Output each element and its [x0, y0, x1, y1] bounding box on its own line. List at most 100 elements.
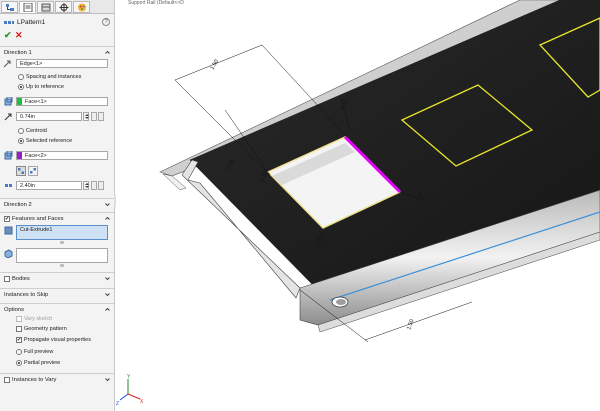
offset-value: 0.74in — [20, 114, 35, 120]
up-to-reference-label: Up to reference — [26, 84, 64, 90]
chevron-up-icon — [105, 50, 110, 54]
graphics-viewport[interactable]: 1.50 0.15 0.15 0.15 0.15 1.00 1.50 Y X Z… — [116, 0, 600, 411]
partial-preview-label: Partial preview — [24, 360, 61, 366]
geometry-pattern-label: Geometry pattern — [24, 326, 67, 332]
instances-skip-label: Instances to Skip — [4, 292, 49, 298]
offset-reverse-button[interactable] — [98, 112, 104, 121]
direction1-header[interactable]: Direction 1 — [0, 46, 114, 58]
feature-select-icon — [4, 226, 13, 235]
seed-icon — [18, 168, 24, 174]
bodies-label: Bodies — [12, 276, 30, 282]
vary-sketch-label: Vary sketch — [24, 316, 53, 322]
dim-label[interactable]: 1.50 — [210, 59, 221, 71]
part-model-view[interactable]: 1.50 0.15 0.15 0.15 0.15 1.00 1.50 Y X Z — [116, 0, 600, 411]
offset-spinner[interactable] — [83, 112, 89, 121]
faces-list[interactable] — [16, 248, 108, 263]
instances-vary-checkbox[interactable] — [4, 377, 10, 383]
display-manager-icon — [78, 3, 86, 12]
help-icon[interactable]: ? — [102, 18, 110, 26]
list-resize-handle[interactable] — [60, 264, 64, 267]
up-to-reference-radio[interactable] — [18, 84, 24, 90]
centroid-label: Centroid — [26, 128, 47, 134]
svg-text:X: X — [140, 399, 144, 405]
direction1-label: Direction 1 — [4, 50, 32, 56]
spacing-value: 2.40in — [20, 183, 35, 189]
cancel-button[interactable]: ✕ — [15, 30, 23, 41]
linear-pattern-icon — [4, 21, 14, 24]
geometry-pattern-checkbox[interactable] — [16, 326, 22, 332]
manager-tabs — [0, 0, 114, 14]
vary-sketch-checkbox[interactable] — [16, 316, 22, 322]
instance-icon — [30, 168, 36, 174]
feature-tree-flyout[interactable]: Support Rail (Default<<D — [128, 0, 184, 6]
svg-text:Z: Z — [116, 401, 119, 407]
reference-face-icon — [4, 97, 13, 106]
instance-button[interactable] — [28, 166, 38, 176]
offset-distance-icon — [4, 113, 12, 121]
property-manager-tab[interactable] — [19, 1, 36, 13]
ok-button[interactable]: ✔ — [4, 30, 12, 41]
instances-vary-header[interactable]: Instances to Vary — [0, 373, 114, 385]
chevron-up-icon — [105, 216, 110, 220]
direction-arrow-icon[interactable] — [3, 59, 12, 68]
feature-title: LPattern1 — [17, 19, 46, 26]
features-faces-header[interactable]: ✔ Features and Faces — [0, 212, 114, 224]
direction1-edge-field[interactable]: Edge<1> — [16, 59, 108, 68]
instances-vary-label: Instances to Vary — [12, 377, 57, 383]
pattern-seed-button[interactable] — [16, 166, 26, 176]
dimxpert-tab[interactable] — [55, 1, 72, 13]
spacing-spinner[interactable] — [83, 181, 89, 190]
features-faces-checkbox[interactable]: ✔ — [4, 216, 10, 222]
display-manager-tab[interactable] — [73, 1, 90, 13]
bodies-checkbox[interactable] — [4, 276, 10, 282]
chevron-down-icon — [105, 203, 110, 207]
mounting-hole-inner — [336, 299, 346, 305]
reference-face1-field[interactable]: Face<1> — [16, 97, 108, 106]
end-flange — [162, 173, 187, 191]
svg-text:Y: Y — [127, 374, 131, 380]
feature-manager-tab[interactable] — [1, 1, 18, 13]
chevron-down-icon — [105, 378, 110, 382]
offset-dropdown[interactable] — [91, 112, 97, 121]
spacing-icon — [5, 184, 12, 187]
centroid-radio[interactable] — [18, 128, 24, 134]
view-triad: Y X Z — [116, 374, 144, 407]
reference-face2-field[interactable]: Face<2> — [16, 151, 108, 160]
chevron-up-icon — [105, 307, 110, 311]
chevron-down-icon — [105, 277, 110, 281]
full-preview-radio[interactable] — [16, 349, 22, 355]
spacing-instances-label: Spacing and instances — [26, 74, 82, 80]
face1-color-swatch — [17, 98, 22, 105]
spacing-field[interactable]: 2.40in — [16, 181, 82, 190]
reference-face2-icon — [4, 151, 13, 160]
feature-title-bar: LPattern1 ? — [2, 16, 114, 29]
dim-label[interactable]: 1.50 — [406, 319, 415, 331]
direction2-label: Direction 2 — [4, 202, 32, 208]
features-faces-label: Features and Faces — [12, 216, 64, 222]
property-manager-icon — [23, 3, 33, 12]
selected-reference-label: Selected reference — [26, 138, 73, 144]
configuration-manager-tab[interactable] — [37, 1, 54, 13]
features-list[interactable]: Cut-Extrude1 — [16, 225, 108, 240]
feature-list-item[interactable]: Cut-Extrude1 — [20, 227, 52, 233]
face-select-icon — [4, 249, 13, 258]
selected-reference-radio[interactable] — [18, 138, 24, 144]
feature-manager-icon — [6, 4, 14, 11]
property-manager-panel: LPattern1 ? ✔ ✕ Direction 1 Edge<1> Spac… — [0, 0, 115, 411]
bodies-header[interactable]: Bodies — [0, 272, 114, 284]
chevron-down-icon — [105, 293, 110, 297]
full-preview-label: Full preview — [24, 349, 54, 355]
direction2-header[interactable]: Direction 2 — [0, 198, 114, 210]
instances-skip-header[interactable]: Instances to Skip — [0, 288, 114, 300]
options-header[interactable]: Options — [0, 303, 114, 315]
propagate-visual-checkbox[interactable]: ✔ — [16, 337, 22, 343]
spacing-instances-radio[interactable] — [18, 74, 24, 80]
dimxpert-icon — [59, 3, 69, 12]
list-resize-handle[interactable] — [60, 241, 64, 244]
edge-value: Edge<1> — [20, 61, 43, 67]
partial-preview-radio[interactable] — [16, 360, 22, 366]
spacing-reverse-button[interactable] — [98, 181, 104, 190]
offset-distance-field[interactable]: 0.74in — [16, 112, 82, 121]
face2-value: Face<2> — [25, 153, 47, 159]
spacing-dropdown[interactable] — [91, 181, 97, 190]
